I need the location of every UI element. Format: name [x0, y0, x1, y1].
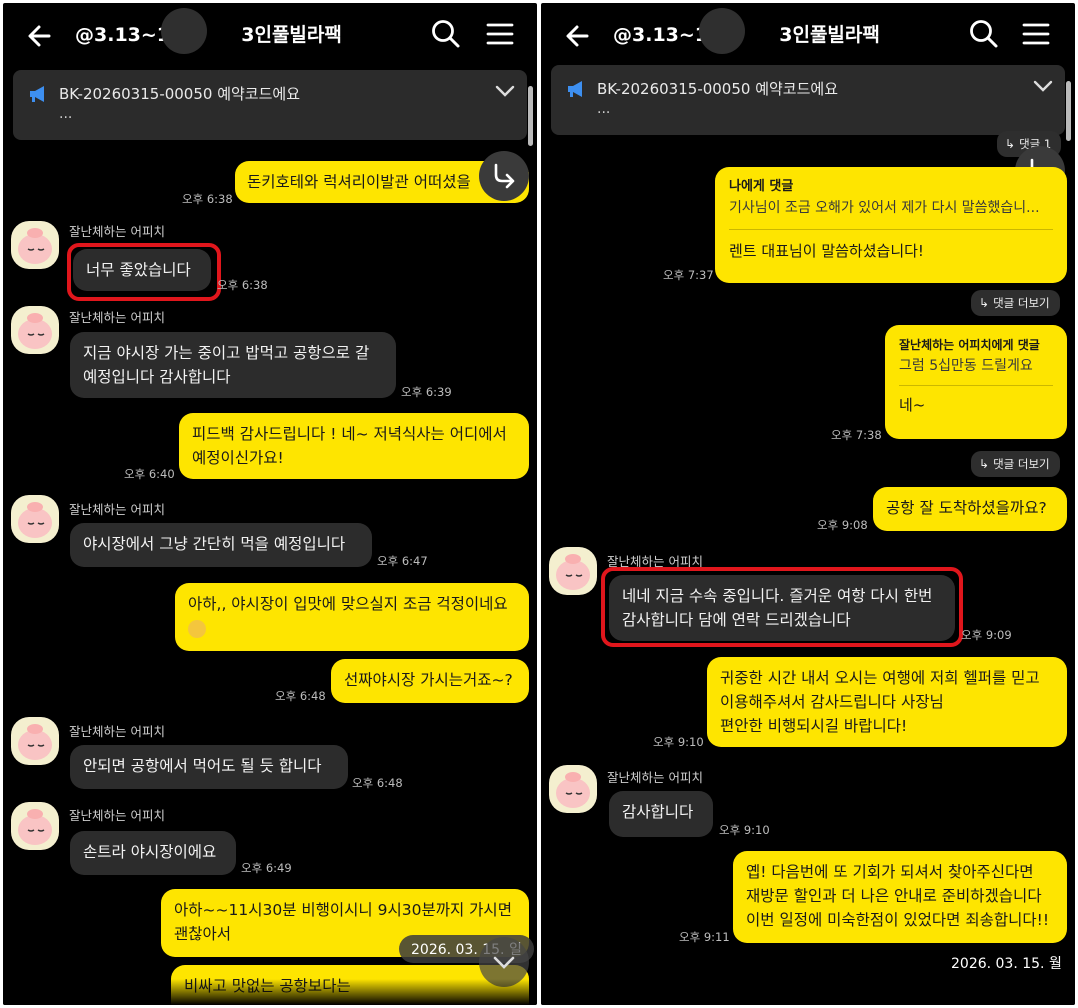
- message-time: 오후 9:11: [679, 930, 730, 944]
- message-time: 오후 7:38: [831, 428, 882, 442]
- more-replies-button[interactable]: ↳ 댓글 더보기: [971, 451, 1060, 477]
- my-message[interactable]: 아하,, 야시장이 입맛에 맞으실지 조금 걱정이네요: [175, 583, 529, 651]
- more-replies-label: 댓글 더보기: [993, 296, 1050, 310]
- bottom-fade: [541, 979, 1075, 1005]
- other-message[interactable]: 손트라 야시장이에요: [70, 831, 236, 875]
- scrollbar[interactable]: [1066, 81, 1071, 141]
- bottom-fade: [3, 979, 537, 1005]
- reply-quote: 기사님이 조금 오해가 있어서 제가 다시 말씀했습니...: [729, 200, 1040, 216]
- my-message[interactable]: 피드백 감사드립니다 ! 네~ 저녁식사는 어디에서 예정이신가요!: [179, 413, 529, 479]
- reply-arrow-icon: ↳: [979, 457, 990, 471]
- sender-name: 잘난체하는 어피치: [69, 808, 165, 823]
- search-icon[interactable]: [967, 17, 1001, 51]
- sender-name: 잘난체하는 어피치: [69, 310, 165, 325]
- reply-message[interactable]: 나에게 댓글 기사님이 조금 오해가 있어서 제가 다시 말씀했습니... 렌트…: [715, 167, 1067, 283]
- message-time: 오후 6:49: [241, 861, 292, 875]
- redaction-circle: [161, 8, 207, 54]
- reply-message[interactable]: 잘난체하는 어피치에게 댓글 그럼 5십만동 드릴게요 네~: [885, 325, 1067, 439]
- highlight-box: [67, 243, 221, 301]
- reply-body: 렌트 대표님이 말씀하셨습니다!: [729, 242, 924, 260]
- more-replies-button[interactable]: ↳ 댓글 더보기: [971, 290, 1060, 316]
- search-icon[interactable]: [429, 17, 463, 51]
- redaction-circle: [699, 8, 745, 54]
- sender-name: 잘난체하는 어피치: [607, 770, 703, 785]
- reply-arrow-icon: ↳: [979, 296, 990, 310]
- avatar: [11, 221, 59, 269]
- other-message[interactable]: 안되면 공항에서 먹어도 될 듯 합니다: [70, 745, 348, 789]
- reply-arrow-icon: ↳: [1005, 137, 1016, 151]
- notice-banner[interactable]: BK-20260315-00050 예약코드에요 ...: [13, 70, 533, 146]
- chevron-down-icon[interactable]: [495, 84, 515, 98]
- chat-screen-left: @3.13~15 3인풀빌라팩 BK-20260315-00050 예약코드에요 …: [3, 3, 537, 1005]
- message-time: 오후 6:48: [352, 776, 403, 790]
- date-badge: 2026. 03. 15. 월: [951, 956, 1062, 972]
- reply-body: 네~: [899, 396, 926, 414]
- divider: [729, 229, 1053, 230]
- my-message[interactable]: 옙! 다음번에 또 기회가 되셔서 찾아주신다면 재방문 할인과 더 나은 안내…: [733, 851, 1067, 943]
- chat-title: @3.13~15 3인풀빌라팩: [613, 24, 880, 46]
- avatar: [11, 495, 59, 543]
- message-text: 아하,, 야시장이 입맛에 맞으실지 조금 걱정이네요: [188, 595, 508, 613]
- reply-header: 잘난체하는 어피치에게 댓글: [899, 338, 1040, 352]
- reply-quote: 그럼 5십만동 드릴게요: [899, 358, 1033, 374]
- emoji-icon: [188, 619, 206, 638]
- message-time: 오후 6:39: [401, 385, 452, 399]
- chat-header: @3.13~15 3인풀빌라팩: [541, 3, 1075, 67]
- megaphone-icon: [30, 86, 44, 102]
- reply-header: 나에게 댓글: [729, 179, 794, 194]
- back-arrow-icon[interactable]: [23, 19, 57, 53]
- message-time: 오후 6:38: [217, 278, 268, 292]
- avatar: [549, 765, 597, 813]
- avatar: [549, 547, 597, 595]
- chevron-down-icon[interactable]: [1033, 79, 1053, 93]
- sender-name: 잘난체하는 어피치: [69, 724, 165, 739]
- chat-title: @3.13~15 3인풀빌라팩: [75, 24, 342, 46]
- my-message[interactable]: 선짜야시장 가시는거죠~?: [331, 659, 529, 703]
- notice-sub: ...: [59, 106, 73, 122]
- my-message[interactable]: 공항 잘 도착하셨을까요?: [873, 487, 1067, 531]
- message-time: 오후 6:48: [275, 689, 326, 703]
- my-message[interactable]: 귀중한 시간 내서 오시는 여행에 저희 헬퍼를 믿고 이용해주셔서 감사드립니…: [707, 657, 1067, 747]
- other-message[interactable]: 감사합니다: [609, 791, 713, 837]
- megaphone-icon: [568, 81, 582, 97]
- notice-sub: ...: [597, 101, 611, 117]
- message-time: 오후 7:37: [663, 268, 714, 282]
- message-time: 오후 6:38: [182, 192, 233, 206]
- message-time: 오후 9:10: [719, 823, 770, 837]
- notice-text: BK-20260315-00050 예약코드에요: [597, 80, 839, 98]
- avatar: [11, 717, 59, 765]
- scrollbar[interactable]: [528, 86, 533, 146]
- sender-name: 잘난체하는 어피치: [69, 224, 165, 239]
- message-time: 오후 6:47: [377, 554, 428, 568]
- notice-text: BK-20260315-00050 예약코드에요: [59, 85, 301, 103]
- menu-icon[interactable]: [1019, 17, 1053, 51]
- menu-icon[interactable]: [483, 17, 517, 51]
- other-message[interactable]: 지금 야시장 가는 중이고 밥먹고 공항으로 갈 예정입니다 감사합니다: [70, 332, 396, 398]
- other-message[interactable]: 야시장에서 그냥 간단히 먹을 예정입니다: [70, 523, 372, 567]
- notice-banner[interactable]: BK-20260315-00050 예약코드에요 ...: [551, 65, 1071, 141]
- avatar: [11, 802, 59, 850]
- sender-name: 잘난체하는 어피치: [69, 502, 165, 517]
- chat-header: @3.13~15 3인풀빌라팩: [3, 3, 537, 67]
- message-time: 오후 9:08: [817, 518, 868, 532]
- share-button[interactable]: [479, 151, 529, 201]
- message-time: 오후 6:40: [124, 467, 175, 481]
- chat-screen-right: @3.13~15 3인풀빌라팩 BK-20260315-00050 예약코드에요 …: [541, 3, 1075, 1005]
- message-time: 오후 9:09: [961, 628, 1012, 642]
- divider: [899, 385, 1053, 386]
- message-time: 오후 9:10: [653, 735, 704, 749]
- reply-arrow-icon: [494, 163, 515, 189]
- avatar: [11, 306, 59, 354]
- back-arrow-icon[interactable]: [561, 19, 595, 53]
- highlight-box: [601, 567, 963, 647]
- more-replies-label: 댓글 더보기: [993, 457, 1050, 471]
